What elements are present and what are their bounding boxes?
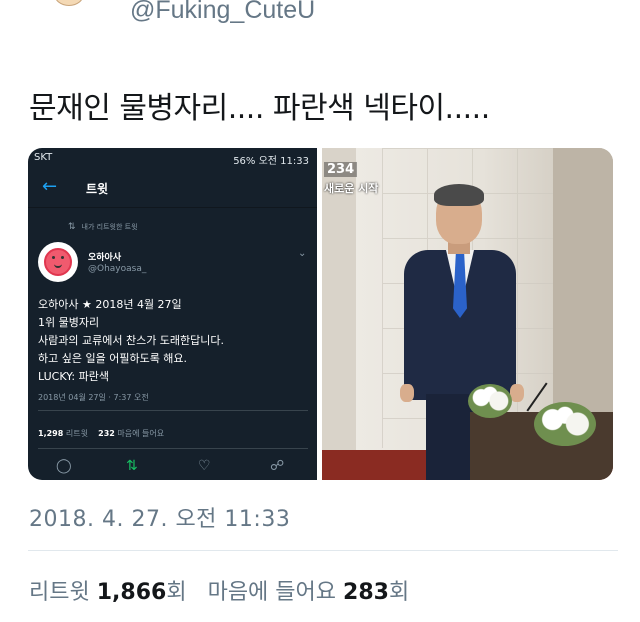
heart-icon: ♡: [198, 458, 211, 474]
screenshot-likes-label: 마음에 들어요: [117, 429, 165, 438]
like-unit: 회: [388, 580, 410, 605]
retweet-count: 1,866: [96, 580, 167, 605]
divider: [38, 410, 308, 411]
hair-shape: [434, 184, 484, 206]
screenshot-stats: 1,298 리트윗 232 마음에 들어요: [38, 428, 164, 439]
account-avatar: [38, 242, 78, 282]
account-name: 오하아사: [88, 253, 122, 263]
body-line: 사람과의 교류에서 찬스가 도래한답니다.: [38, 334, 225, 347]
retweet-label: 리트윗: [29, 580, 90, 605]
phone-status-bar: SKT 56% 오전 11:33: [28, 148, 317, 168]
divider: [28, 550, 618, 551]
body-line: 1위 물병자리: [38, 316, 100, 329]
body-line: LUCKY: 파란색: [38, 370, 109, 383]
account-handle: @Ohayoasa_: [88, 264, 147, 274]
screenshot-retweets-num: 1,298: [38, 429, 64, 438]
pillar-left: [322, 148, 356, 480]
app-bar: ← 트윗: [28, 170, 317, 208]
body-line: 하고 싶은 일을 어필하도록 해요.: [38, 352, 188, 365]
broadcast-caption: 새로운 시작: [324, 182, 379, 195]
avatar[interactable]: [48, 0, 88, 12]
media-image-screenshot[interactable]: SKT 56% 오전 11:33 ← 트윗 ⇅ 내가 리트윗한 트윗 오하아사 @…: [28, 148, 317, 480]
retweet-note: ⇅ 내가 리트윗한 트윗: [68, 222, 138, 232]
avatar-face-shape: [54, 0, 84, 6]
retweet-stat[interactable]: 리트윗 1,866회: [29, 580, 194, 605]
avatar-eye-shape: [61, 256, 64, 259]
screenshot-retweets-label: 리트윗: [65, 429, 88, 438]
retweet-unit: 회: [166, 580, 187, 605]
media-image-photo[interactable]: 234 새로운 시작: [322, 148, 613, 480]
back-arrow-icon: ←: [42, 176, 58, 197]
flower-bouquet: [534, 402, 596, 446]
tweet-timestamp[interactable]: 2018. 4. 27. 오전 11:33: [29, 501, 290, 533]
app-bar-title: 트윗: [86, 182, 109, 196]
tweet-text: 문재인 물병자리.... 파란색 넥타이.....: [29, 91, 490, 126]
divider: [38, 448, 308, 449]
user-handle[interactable]: @Fuking_CuteU: [130, 0, 315, 25]
screenshot-tweet-body: 오하아사 ★ 2018년 4월 27일 1위 물병자리 사람과의 교류에서 찬스…: [38, 296, 224, 386]
chevron-down-icon: ⌄: [298, 248, 307, 259]
carrier-label: SKT: [34, 152, 53, 163]
tweet-stats: 리트윗 1,866회 마음에 들어요 283회: [29, 574, 409, 606]
hand-shape: [510, 384, 524, 402]
broadcast-counter: 234: [324, 162, 358, 177]
screenshot-action-bar: ◯ ⇅ ♡ ☍: [28, 458, 317, 478]
screenshot-likes-num: 232: [98, 429, 115, 438]
tweet-media[interactable]: SKT 56% 오전 11:33 ← 트윗 ⇅ 내가 리트윗한 트윗 오하아사 @…: [28, 148, 613, 480]
like-count: 283: [343, 580, 389, 605]
body-line: 오하아사 ★ 2018년 4월 27일: [38, 298, 182, 311]
retweet-note-text: 내가 리트윗한 트윗: [81, 223, 138, 231]
retweet-icon: ⇅: [68, 222, 76, 232]
retweet-icon: ⇅: [126, 458, 138, 474]
sun-character-icon: [44, 248, 72, 276]
status-right: 56% 오전 11:33: [233, 156, 309, 167]
screenshot-date: 2018년 04월 27일 · 7:37 오전: [38, 393, 149, 402]
avatar-eye-shape: [52, 256, 55, 259]
flower-bouquet: [468, 384, 512, 418]
hand-shape: [400, 384, 414, 402]
reply-icon: ◯: [56, 458, 72, 474]
like-label: 마음에 들어요: [207, 580, 337, 605]
share-icon: ☍: [270, 458, 285, 474]
like-stat[interactable]: 마음에 들어요 283회: [208, 580, 410, 605]
